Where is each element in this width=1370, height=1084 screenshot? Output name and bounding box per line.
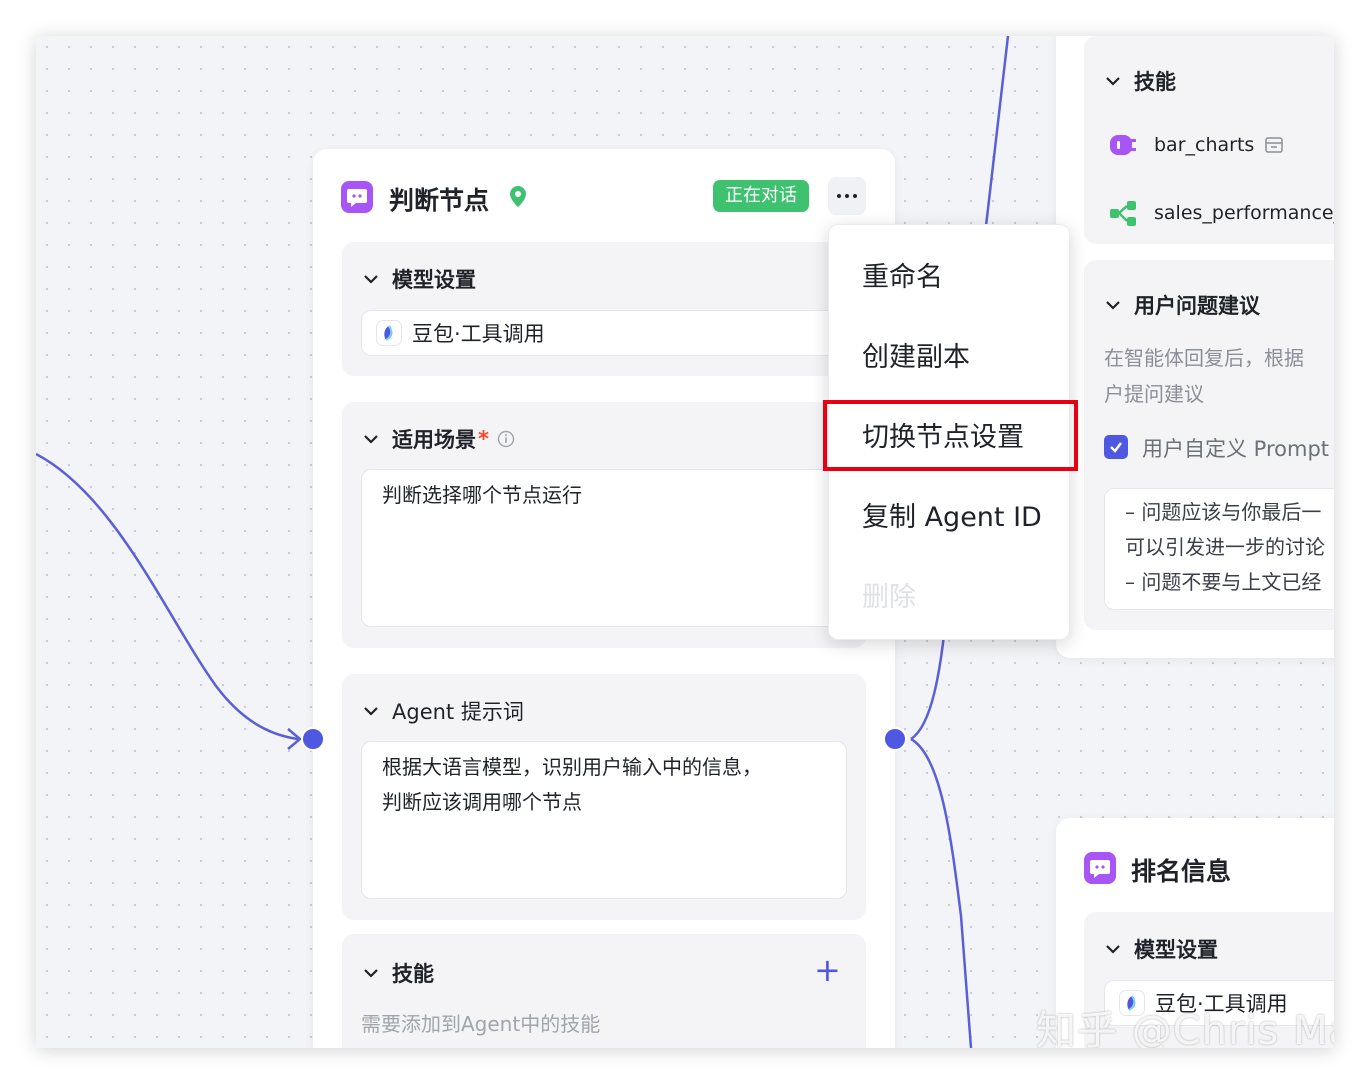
suggestion-description: 在智能体回复后，根据 户提问建议	[1104, 340, 1304, 412]
agent-prompt-line-2: 判断应该调用哪个节点	[382, 790, 582, 814]
add-skill-button[interactable]: +	[814, 948, 841, 992]
input-port[interactable]	[301, 727, 325, 751]
scene-header[interactable]: 适用场景 *	[362, 424, 515, 454]
agent-prompt-section: Agent 提示词 根据大语言模型，识别用户输入中的信息， 判断应该调用哪个节点	[342, 674, 866, 920]
rank-model-header[interactable]: 模型设置	[1104, 934, 1218, 964]
model-settings-section: 模型设置 豆包·工具调用	[342, 242, 866, 376]
menu-item-rename[interactable]: 重命名	[862, 255, 943, 294]
chevron-down-icon	[1106, 945, 1120, 954]
menu-item-duplicate[interactable]: 创建副本	[862, 335, 970, 374]
skill-name: bar_charts	[1154, 134, 1255, 156]
suggestion-desc-line-1: 在智能体回复后，根据	[1104, 346, 1304, 370]
skill-name: sales_performance_	[1154, 202, 1334, 224]
suggestion-header[interactable]: 用户问题建议	[1104, 290, 1260, 320]
prompt-line-3: – 问题不要与上文已经	[1125, 570, 1322, 594]
rank-model-heading: 模型设置	[1134, 938, 1218, 962]
model-select[interactable]: 豆包·工具调用	[361, 310, 866, 356]
bot-icon	[1084, 852, 1116, 884]
output-port[interactable]	[883, 727, 907, 751]
chevron-down-icon	[1106, 301, 1120, 310]
doubao-model-icon	[376, 320, 402, 346]
context-menu: 重命名 创建副本 切换节点设置 复制 Agent ID 删除	[828, 224, 1070, 640]
model-settings-header[interactable]: 模型设置	[362, 264, 476, 294]
menu-item-copy-agent-id[interactable]: 复制 Agent ID	[862, 495, 1042, 534]
skills-hint: 需要添加到Agent中的技能	[361, 1012, 601, 1036]
workflow-icon	[1108, 198, 1138, 228]
node-title: 判断节点	[389, 186, 490, 215]
skill-item-bar-charts[interactable]: bar_charts	[1108, 130, 1284, 160]
workflow-canvas[interactable]: 判断节点 正在对话 模型设置 豆包·工具调用 适用场景 * 判断选择哪个节点运行…	[36, 36, 1334, 1048]
chevron-down-icon	[1106, 77, 1120, 86]
chevron-down-icon	[364, 275, 378, 284]
info-icon[interactable]	[497, 430, 515, 448]
scene-textarea[interactable]: 判断选择哪个节点运行	[361, 469, 866, 627]
store-icon	[1264, 135, 1284, 155]
bot-icon	[341, 181, 373, 213]
status-badge: 正在对话	[713, 180, 809, 212]
watermark: 知乎 @Chris Ma	[1036, 1008, 1334, 1048]
scene-text: 判断选择哪个节点运行	[382, 483, 582, 507]
prompt-line-2: 可以引发进一步的讨论	[1125, 535, 1325, 559]
suggestion-section: 用户问题建议 在智能体回复后，根据 户提问建议 用户自定义 Prompt – 问…	[1084, 260, 1334, 630]
scene-section: 适用场景 * 判断选择哪个节点运行	[342, 402, 866, 648]
menu-item-delete: 删除	[862, 582, 916, 613]
plugin-icon	[1108, 130, 1138, 160]
agent-prompt-line-1: 根据大语言模型，识别用户输入中的信息，	[382, 755, 762, 779]
model-select-value: 豆包·工具调用	[412, 322, 545, 346]
rank-node-title: 排名信息	[1131, 857, 1232, 886]
chevron-down-icon	[364, 969, 378, 978]
skill-item-sales-performance[interactable]: sales_performance_	[1108, 198, 1334, 228]
right-skills-heading: 技能	[1134, 70, 1176, 94]
right-top-node[interactable]: 技能 bar_charts sales_performance_ 用户问题建议 …	[1056, 36, 1334, 658]
chevron-down-icon	[364, 435, 378, 444]
agent-prompt-heading: Agent 提示词	[392, 700, 524, 724]
menu-item-switch-node-settings[interactable]: 切换节点设置	[862, 415, 1024, 454]
prompt-line-1: – 问题应该与你最后一	[1125, 500, 1322, 524]
required-mark: *	[478, 427, 489, 451]
model-settings-heading: 模型设置	[392, 268, 476, 292]
more-options-button[interactable]	[828, 177, 866, 215]
right-skills-header[interactable]: 技能	[1104, 66, 1176, 96]
agent-prompt-header[interactable]: Agent 提示词	[362, 696, 524, 726]
suggestion-desc-line-2: 户提问建议	[1104, 382, 1204, 406]
suggestion-heading: 用户问题建议	[1134, 294, 1260, 318]
judge-node[interactable]: 判断节点 正在对话 模型设置 豆包·工具调用 适用场景 * 判断选择哪个节点运行…	[313, 149, 895, 1048]
skills-header[interactable]: 技能	[362, 958, 434, 988]
custom-prompt-textarea[interactable]: – 问题应该与你最后一 可以引发进一步的讨论 – 问题不要与上文已经	[1104, 488, 1334, 610]
custom-prompt-checkbox[interactable]	[1104, 435, 1128, 459]
wire-into-judge	[36, 452, 299, 741]
right-skills-section: 技能 bar_charts sales_performance_	[1084, 36, 1334, 244]
location-pin-icon	[507, 185, 529, 213]
wire-out-bottom	[910, 737, 973, 1048]
chevron-down-icon	[364, 707, 378, 716]
agent-prompt-textarea[interactable]: 根据大语言模型，识别用户输入中的信息， 判断应该调用哪个节点	[361, 741, 847, 899]
scene-heading: 适用场景	[392, 428, 476, 452]
skills-section: 技能 + 需要添加到Agent中的技能	[342, 934, 866, 1048]
custom-prompt-label: 用户自定义 Prompt	[1142, 437, 1330, 461]
skills-heading: 技能	[392, 962, 434, 986]
